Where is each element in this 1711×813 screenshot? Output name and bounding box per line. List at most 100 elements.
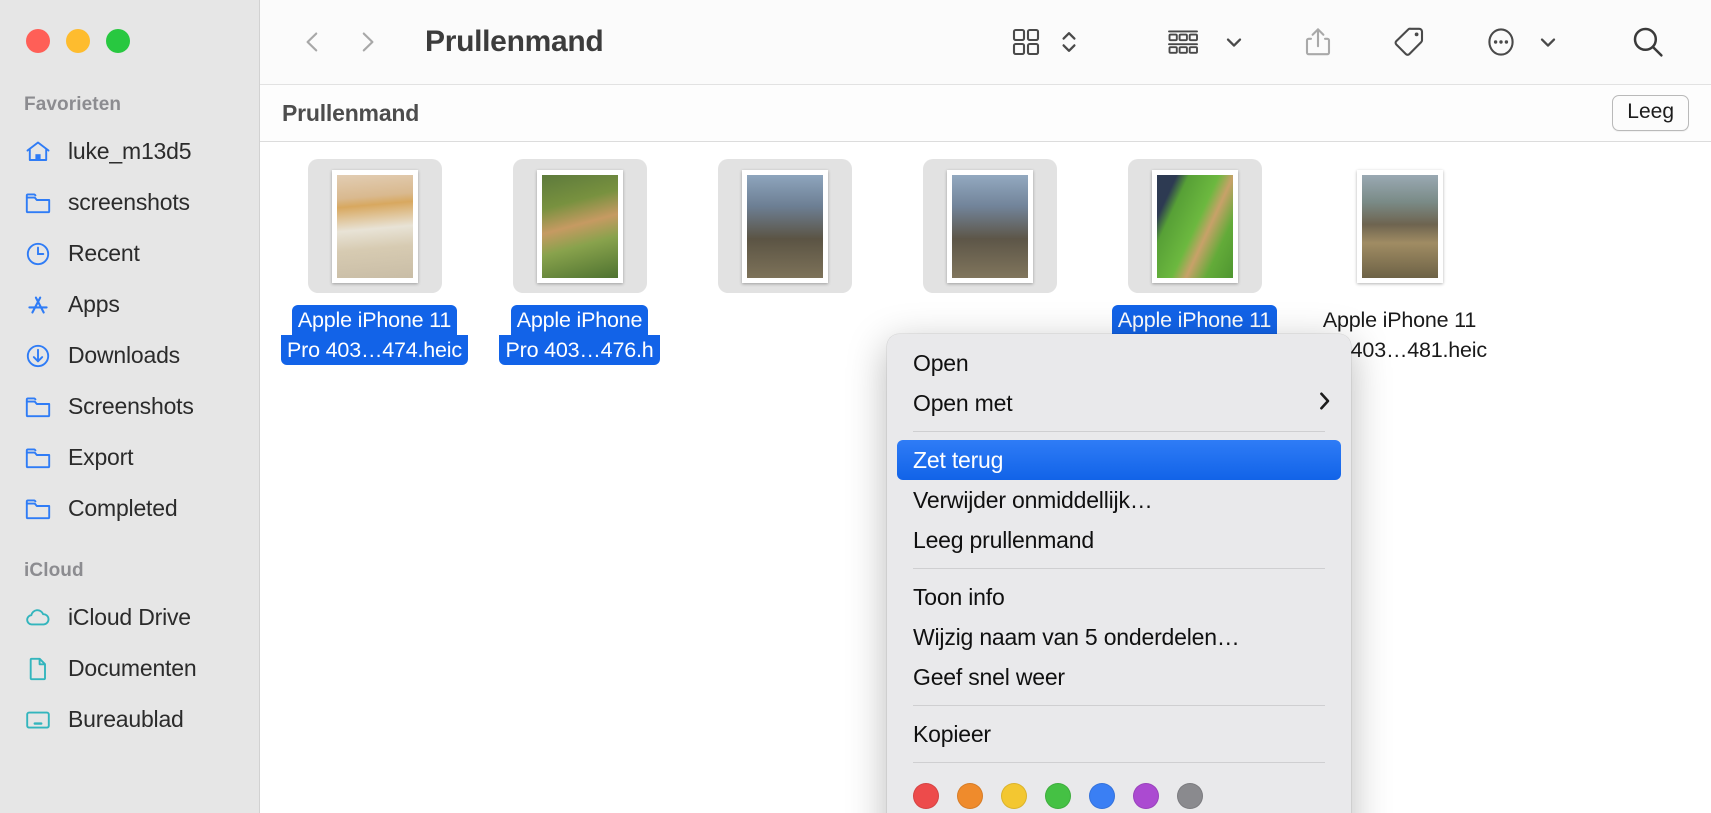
- folder-icon: [24, 393, 52, 421]
- sidebar-item-recent[interactable]: Recent: [0, 228, 259, 279]
- sidebar-item-icloud-drive[interactable]: iCloud Drive: [0, 592, 259, 643]
- clock-icon: [24, 240, 52, 268]
- sidebar-list-favorieten: luke_m13d5 screenshots Recent Apps Downl…: [0, 126, 259, 534]
- navigation-buttons: [300, 29, 380, 55]
- tag-color-gray[interactable]: [1177, 783, 1203, 809]
- thumbnail-container: [307, 159, 442, 293]
- sidebar-item-luke_m13d5[interactable]: luke_m13d5: [0, 126, 259, 177]
- thumbnail-image: [1156, 174, 1233, 278]
- menu-item-label: Wijzig naam van 5 onderdelen…: [913, 623, 1240, 650]
- sidebar-item-bureaublad[interactable]: Bureaublad: [0, 694, 259, 745]
- menu-item-zet-terug[interactable]: Zet terug: [897, 440, 1341, 480]
- toolbar: Prullenmand: [260, 0, 1711, 84]
- sidebar-item-completed[interactable]: Completed: [0, 483, 259, 534]
- sidebar-item-screenshots[interactable]: screenshots: [0, 177, 259, 228]
- finder-window: Favorieten luke_m13d5 screenshots Recent…: [0, 0, 1711, 813]
- sidebar-item-downloads[interactable]: Downloads: [0, 330, 259, 381]
- document-icon: [24, 655, 52, 683]
- empty-trash-button[interactable]: Leeg: [1612, 95, 1689, 131]
- thumbnail-frame: [536, 169, 623, 283]
- file-name-line1: Apple iPhone 11: [1111, 305, 1278, 335]
- sidebar: Favorieten luke_m13d5 screenshots Recent…: [0, 0, 260, 813]
- context-menu[interactable]: Open Open met Zet terug Verwijder onmidd…: [887, 334, 1351, 813]
- search-icon[interactable]: [1619, 14, 1677, 70]
- thumbnail-frame: [331, 169, 418, 283]
- sidebar-list-icloud: iCloud Drive Documenten Bureaublad: [0, 592, 259, 745]
- forward-button[interactable]: [354, 29, 380, 55]
- appstore-icon: [24, 291, 52, 319]
- menu-item-toon-info[interactable]: Toon info: [887, 577, 1351, 617]
- sidebar-item-label: Apps: [68, 291, 120, 317]
- sidebar-item-documenten[interactable]: Documenten: [0, 643, 259, 694]
- sidebar-item-label: Export: [68, 444, 134, 470]
- sidebar-item-label: Recent: [68, 240, 140, 266]
- menu-separator: [913, 762, 1325, 763]
- thumbnail-frame: [946, 169, 1033, 283]
- file-name-line1: Apple iPhone 11: [1322, 308, 1477, 332]
- folder-icon: [24, 189, 52, 217]
- file-item[interactable]: Apple iPhone 11 Pro 403…474.heic: [272, 159, 477, 365]
- download-icon: [24, 342, 52, 370]
- menu-item-open[interactable]: Open: [887, 343, 1351, 383]
- menu-separator: [913, 568, 1325, 569]
- sidebar-item-export[interactable]: Export: [0, 432, 259, 483]
- pathbar: Prullenmand Leeg: [260, 84, 1711, 142]
- zoom-button[interactable]: [106, 29, 130, 53]
- file-name-line1: Apple iPhone 11: [291, 305, 458, 335]
- sidebar-item-screenshots-2[interactable]: Screenshots: [0, 381, 259, 432]
- menu-separator: [913, 705, 1325, 706]
- grid-view-icon[interactable]: [999, 14, 1053, 70]
- toolbar-right-group: [999, 14, 1677, 70]
- tag-color-row: [887, 771, 1351, 813]
- tag-color-blue[interactable]: [1089, 783, 1115, 809]
- menu-item-verwijder-onmiddellijk[interactable]: Verwijder onmiddellijk…: [887, 480, 1351, 520]
- ellipsis-circle-icon[interactable]: [1473, 14, 1529, 70]
- thumbnail-frame: [1151, 169, 1238, 283]
- chevron-up-down-icon[interactable]: [1049, 14, 1089, 70]
- tag-color-red[interactable]: [913, 783, 939, 809]
- file-item[interactable]: Apple iPhone Pro 403…476.h: [477, 159, 682, 365]
- sidebar-item-label: Documenten: [68, 655, 197, 681]
- chevron-down-icon[interactable]: [1213, 14, 1255, 70]
- menu-separator: [913, 431, 1325, 432]
- file-name-line2: Pro 403…476.h: [499, 335, 660, 365]
- thumbnail-image: [336, 174, 413, 278]
- menu-item-leeg-prullenmand[interactable]: Leeg prullenmand: [887, 520, 1351, 560]
- menu-item-geef-snel-weer[interactable]: Geef snel weer: [887, 657, 1351, 697]
- pathbar-title: Prullenmand: [282, 99, 420, 126]
- tag-color-orange[interactable]: [957, 783, 983, 809]
- page-title: Prullenmand: [425, 25, 604, 58]
- file-grid-area[interactable]: Apple iPhone 11 Pro 403…474.heic Apple i…: [260, 142, 1711, 813]
- menu-item-label: Toon info: [913, 583, 1005, 610]
- thumbnail-image: [541, 174, 618, 278]
- menu-item-wijzig-naam[interactable]: Wijzig naam van 5 onderdelen…: [887, 617, 1351, 657]
- home-icon: [24, 138, 52, 166]
- chevron-down-icon[interactable]: [1527, 14, 1569, 70]
- thumbnail-image: [1361, 174, 1438, 278]
- group-by-icon[interactable]: [1155, 14, 1215, 70]
- sidebar-item-label: Downloads: [68, 342, 180, 368]
- thumbnail-image: [951, 174, 1028, 278]
- sidebar-item-label: luke_m13d5: [68, 138, 192, 164]
- menu-item-label: Open met: [913, 389, 1013, 416]
- close-button[interactable]: [26, 29, 50, 53]
- file-name-line2: Pro 403…474.heic: [281, 335, 468, 365]
- menu-item-label: Zet terug: [913, 446, 1004, 473]
- file-item[interactable]: [682, 159, 887, 365]
- tag-icon[interactable]: [1381, 14, 1437, 70]
- menu-item-open-met[interactable]: Open met: [887, 383, 1351, 423]
- thumbnail-container: [1333, 159, 1467, 293]
- desktop-icon: [24, 706, 52, 734]
- menu-item-kopieer[interactable]: Kopieer: [887, 714, 1351, 754]
- back-button[interactable]: [300, 29, 326, 55]
- sidebar-item-label: Bureaublad: [68, 706, 184, 732]
- tag-color-purple[interactable]: [1133, 783, 1159, 809]
- minimize-button[interactable]: [66, 29, 90, 53]
- menu-item-label: Leeg prullenmand: [913, 526, 1094, 553]
- share-icon[interactable]: [1291, 14, 1345, 70]
- sidebar-section-icloud: iCloud: [24, 560, 84, 581]
- tag-color-yellow[interactable]: [1001, 783, 1027, 809]
- sidebar-item-label: screenshots: [68, 189, 190, 215]
- tag-color-green[interactable]: [1045, 783, 1071, 809]
- sidebar-item-apps[interactable]: Apps: [0, 279, 259, 330]
